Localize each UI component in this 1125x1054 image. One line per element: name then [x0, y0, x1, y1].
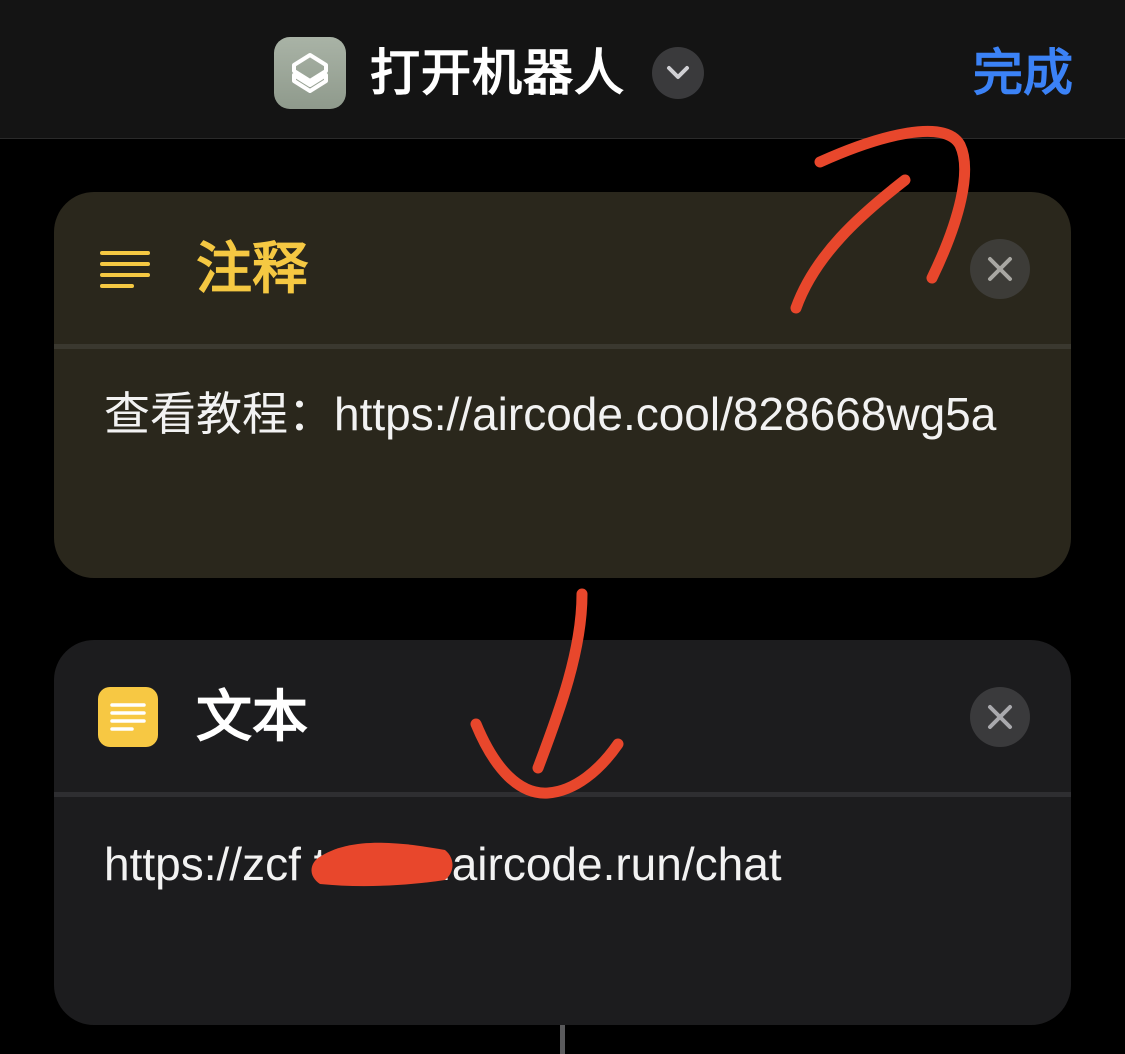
card-header: 文本 [54, 640, 1071, 792]
title-menu-button[interactable] [652, 47, 704, 99]
shortcut-title[interactable]: 打开机器人 [370, 40, 625, 106]
remove-comment-button[interactable] [970, 239, 1030, 299]
comment-body[interactable]: 查看教程：https://aircode.cool/828668wg5a [104, 380, 1034, 448]
comment-action-card[interactable]: 注释 查看教程：https://aircode.cool/828668wg5a [54, 192, 1071, 578]
divider [54, 344, 1071, 349]
card-header: 注释 [54, 192, 1071, 344]
lines-icon [98, 239, 158, 299]
done-button[interactable]: 完成 [973, 40, 1073, 106]
shortcuts-icon[interactable] [274, 37, 346, 109]
navigation-bar: 打开机器人 完成 [0, 0, 1125, 139]
text-document-icon [98, 687, 158, 747]
comment-title: 注释 [196, 237, 308, 302]
divider [54, 792, 1071, 797]
remove-text-button[interactable] [970, 687, 1030, 747]
text-action-card[interactable]: 文本 https://zcf tn4.hk.aircode.run/chat [54, 640, 1071, 1025]
flow-connector [560, 1025, 565, 1054]
text-body-url[interactable]: https://zcf tn4.hk.aircode.run/chat [104, 830, 1034, 898]
chevron-down-icon [667, 66, 689, 79]
close-icon [988, 257, 1012, 281]
close-icon [988, 705, 1012, 729]
text-title: 文本 [196, 685, 308, 750]
